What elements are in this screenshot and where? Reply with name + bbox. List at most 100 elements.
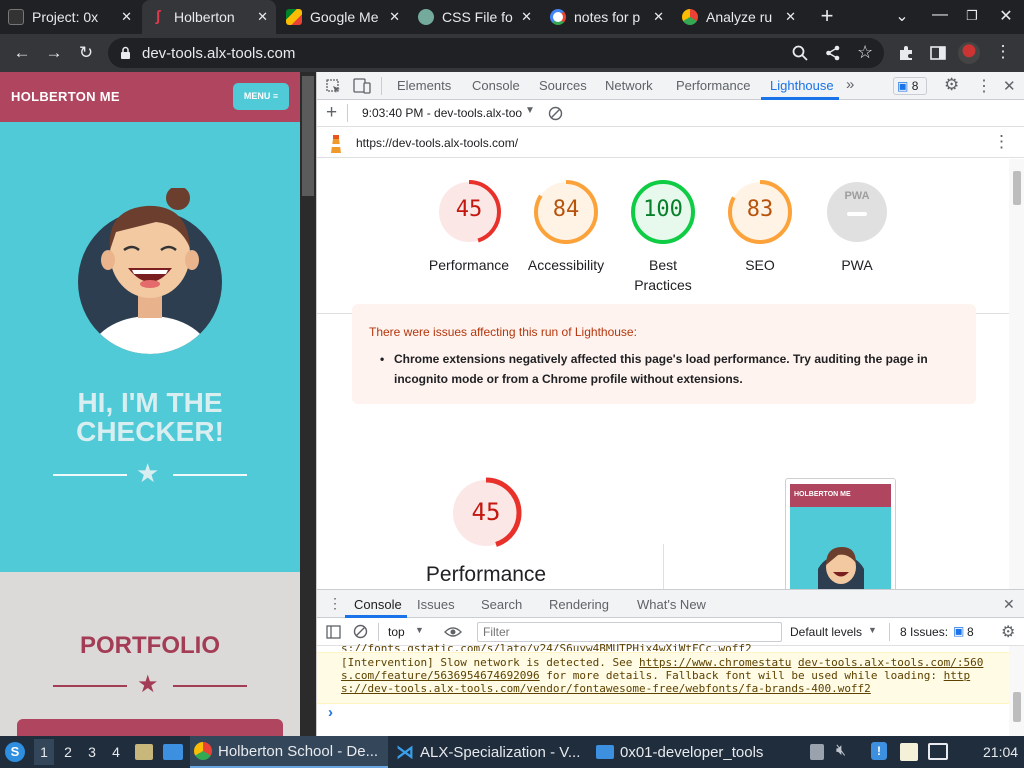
start-menu-icon[interactable]: S — [5, 742, 25, 762]
tab-analyze[interactable]: Analyze ru ✕ — [674, 0, 804, 34]
bookmark-star-icon[interactable]: ☆ — [857, 42, 873, 63]
score-gauge-accessibility[interactable]: 84 Accessibility — [516, 159, 616, 309]
console-settings-icon[interactable]: ⚙ — [1001, 622, 1015, 642]
chromestatus-link-cont[interactable]: s.com/feature/5636954674692096 — [341, 669, 540, 682]
console-scrollbar-thumb[interactable] — [1013, 692, 1021, 722]
drawer-tab-rendering[interactable]: Rendering — [549, 597, 609, 612]
more-tabs-icon[interactable]: » — [846, 76, 854, 93]
tab-holberton[interactable]: ʃ Holberton ✕ — [142, 0, 276, 34]
issues-counter[interactable]: ▣ 8 — [893, 77, 927, 95]
close-icon[interactable]: ✕ — [389, 9, 400, 25]
close-icon[interactable]: ✕ — [121, 9, 132, 25]
tab-network[interactable]: Network — [605, 78, 653, 93]
score-gauge-pwa[interactable]: PWA PWA — [807, 159, 907, 309]
portfolio-section: PORTFOLIO ★ — [0, 572, 300, 736]
inspect-element-icon[interactable] — [326, 79, 341, 94]
task-chrome[interactable]: Holberton School - De... — [190, 736, 388, 768]
address-bar[interactable]: dev-tools.alx-tools.com ☆ — [108, 38, 884, 68]
tab-elements[interactable]: Elements — [397, 78, 451, 93]
live-expression-eye-icon[interactable] — [444, 626, 462, 638]
volume-muted-icon[interactable]: 🔇︎ — [836, 742, 846, 760]
workspace-4[interactable]: 4 — [107, 744, 125, 760]
reload-icon[interactable]: ↻ — [75, 43, 97, 63]
tab-google-meet[interactable]: Google Me ✕ — [278, 0, 408, 34]
workspace-1[interactable]: 1 — [35, 744, 53, 760]
dropdown-arrow-icon[interactable]: ▼ — [525, 105, 535, 116]
task-vscode[interactable]: ⋊ ALX-Specialization - V... — [392, 736, 588, 768]
console-scrollbar[interactable] — [1009, 646, 1024, 737]
console-sidebar-icon[interactable] — [326, 625, 341, 639]
report-url[interactable]: https://dev-tools.alx-tools.com/ — [356, 136, 518, 150]
settings-gear-icon[interactable]: ⚙ — [944, 75, 959, 95]
notes-icon[interactable] — [900, 743, 918, 761]
chromestatus-link[interactable]: https://www.chromestatu — [639, 656, 791, 669]
task-folder[interactable]: 0x01-developer_tools — [592, 736, 792, 768]
report-scrollbar[interactable] — [1009, 159, 1024, 589]
score-gauge-seo[interactable]: 83 SEO — [710, 159, 810, 309]
console-prompt[interactable]: › — [328, 704, 333, 721]
portfolio-card[interactable] — [17, 719, 283, 736]
share-icon[interactable] — [825, 45, 841, 61]
profile-avatar[interactable] — [958, 42, 980, 64]
close-icon[interactable]: ✕ — [521, 9, 532, 25]
context-selector[interactable]: top — [388, 625, 405, 639]
report-scrollbar-thumb[interactable] — [1013, 171, 1021, 205]
issues-badge-count[interactable]: 8 — [967, 625, 974, 639]
new-report-icon[interactable]: + — [326, 102, 337, 124]
report-selector[interactable]: 9:03:40 PM - dev-tools.alx-too — [362, 106, 522, 120]
tab-project[interactable]: Project: 0x ✕ — [0, 0, 140, 34]
tab-sources[interactable]: Sources — [539, 78, 587, 93]
kebab-menu-icon[interactable]: ⋮ — [992, 42, 1014, 62]
log-levels-dropdown[interactable]: Default levels — [790, 625, 862, 639]
clear-console-icon[interactable] — [353, 624, 368, 639]
console-filter-input[interactable] — [477, 622, 782, 642]
drawer-tab-issues[interactable]: Issues — [417, 597, 455, 612]
close-icon[interactable]: ✕ — [785, 9, 796, 25]
notification-icon[interactable]: ! — [871, 742, 887, 760]
tab-performance[interactable]: Performance — [676, 78, 750, 93]
minimize-icon[interactable]: — — [928, 6, 952, 24]
display-icon[interactable] — [928, 743, 948, 760]
drawer-tab-whats-new[interactable]: What's New — [637, 597, 706, 612]
show-desktop-icon[interactable] — [163, 744, 183, 760]
workspace-3[interactable]: 3 — [83, 744, 101, 760]
devtools-menu-icon[interactable]: ⋮ — [976, 76, 992, 96]
drawer-tab-search[interactable]: Search — [481, 597, 522, 612]
back-icon[interactable]: ← — [11, 43, 33, 63]
close-icon[interactable]: ✕ — [653, 9, 664, 25]
dropdown-arrow-icon[interactable]: ▼ — [415, 625, 424, 635]
forward-icon[interactable]: → — [43, 43, 65, 63]
clear-reports-icon[interactable] — [548, 106, 563, 121]
tab-search-icon[interactable]: ⌄ — [890, 6, 914, 26]
close-devtools-icon[interactable]: ✕ — [1003, 77, 1016, 95]
workspace-2[interactable]: 2 — [59, 744, 77, 760]
close-window-icon[interactable]: ✕ — [994, 6, 1018, 26]
screenshot-thumbnail[interactable]: HOLBERTON ME — [785, 478, 896, 589]
page-scrollbar-thumb[interactable] — [302, 76, 314, 196]
drawer-menu-icon[interactable]: ⋮ — [328, 595, 342, 612]
tab-lighthouse[interactable]: Lighthouse — [770, 78, 834, 93]
score-gauge-performance[interactable]: 45 Performance — [419, 159, 519, 309]
source-location-link[interactable]: dev-tools.alx-tools.com/:560 — [798, 656, 983, 669]
tab-console[interactable]: Console — [472, 78, 520, 93]
close-drawer-icon[interactable]: ✕ — [1003, 596, 1015, 613]
tab-css-file[interactable]: CSS File fo ✕ — [410, 0, 540, 34]
close-icon[interactable]: ✕ — [257, 9, 268, 25]
report-menu-icon[interactable]: ⋮ — [993, 132, 1010, 152]
font-link[interactable]: http — [944, 669, 971, 682]
font-link-cont[interactable]: s://dev-tools.alx-tools.com/vendor/fonta… — [341, 682, 871, 695]
restore-icon[interactable]: ❐ — [960, 8, 984, 24]
tab-notes[interactable]: notes for p ✕ — [542, 0, 672, 34]
issues-label[interactable]: 8 Issues: — [900, 625, 948, 639]
clipboard-icon[interactable] — [810, 744, 824, 760]
extensions-puzzle-icon[interactable] — [898, 45, 914, 61]
device-toolbar-icon[interactable] — [353, 78, 371, 94]
new-tab-button[interactable]: + — [816, 5, 838, 27]
menu-button[interactable]: MENU ≡ — [233, 83, 289, 110]
score-gauge-best-practices[interactable]: 100 Best Practices — [613, 159, 713, 309]
zoom-icon[interactable] — [792, 45, 808, 61]
side-panel-icon[interactable] — [930, 45, 946, 61]
file-manager-icon[interactable] — [135, 744, 153, 760]
drawer-tab-console[interactable]: Console — [354, 597, 402, 612]
site-name[interactable]: HOLBERTON ME — [11, 89, 120, 104]
